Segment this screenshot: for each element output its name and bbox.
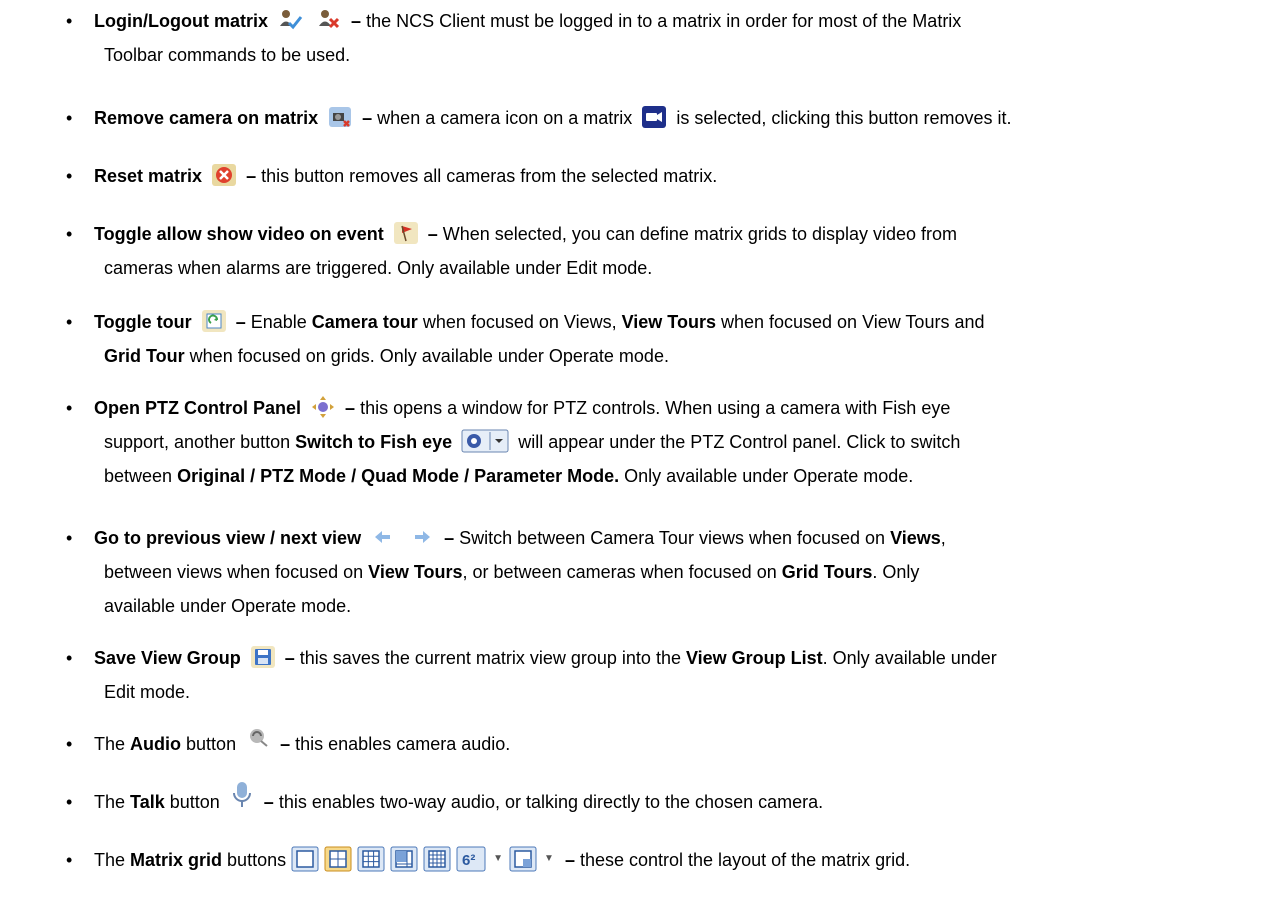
prev-arrow-icon xyxy=(370,525,396,549)
item-title: Save View Group xyxy=(94,648,241,668)
next-arrow-icon xyxy=(409,525,435,549)
item-text: the NCS Client must be logged in to a ma… xyxy=(366,11,962,31)
login-icon xyxy=(277,8,303,32)
grid-4x3-icon xyxy=(390,846,418,872)
grid-1x1-icon xyxy=(291,846,319,872)
grid-dropdown-icon xyxy=(509,846,537,872)
fisheye-icon xyxy=(461,429,509,453)
microphone-icon xyxy=(229,780,255,810)
logout-icon xyxy=(316,8,342,32)
list-item-login-logout: • Login/Logout matrix – the NCS Client m… xyxy=(66,4,1264,72)
item-title: Open PTZ Control Panel xyxy=(94,398,302,418)
list-item-toggle-show-video: • Toggle allow show video on event – Whe… xyxy=(66,217,1264,285)
list-item-ptz: • Open PTZ Control Panel – this opens a … xyxy=(66,391,1264,493)
item-title: Login/Logout matrix xyxy=(94,11,268,31)
ptz-icon xyxy=(310,395,336,419)
chevron-down-icon: ▼ xyxy=(544,853,554,865)
item-title: Talk xyxy=(130,792,165,812)
grid-3x3-icon xyxy=(357,846,385,872)
svg-text:6²: 6² xyxy=(462,852,475,869)
reset-icon xyxy=(211,163,237,187)
chevron-down-icon: ▼ xyxy=(493,853,504,865)
item-title: Toggle tour xyxy=(94,312,192,332)
item-title: Audio xyxy=(130,734,182,754)
tour-icon xyxy=(201,309,227,333)
bullet: • xyxy=(66,11,73,31)
item-title: Go to previous view / next view xyxy=(94,528,362,548)
save-icon xyxy=(250,645,276,669)
list-item-matrix-grid: • The Matrix grid buttons 6² ▼ ▼ – these… xyxy=(66,843,1264,878)
grid-2x2-icon xyxy=(324,846,352,872)
remove-camera-icon xyxy=(327,105,353,129)
item-title: Reset matrix xyxy=(94,166,203,186)
list-item-reset-matrix: • Reset matrix – this button removes all… xyxy=(66,159,1264,193)
list-item-audio: • The Audio button – this enables camera… xyxy=(66,725,1264,761)
list-item-save-view-group: • Save View Group – this saves the curre… xyxy=(66,641,1264,709)
list-item-remove-camera: • Remove camera on matrix – when a camer… xyxy=(66,101,1264,135)
flag-icon xyxy=(393,221,419,245)
list-item-prev-next-view: • Go to previous view / next view – Swit… xyxy=(66,521,1264,623)
audio-icon xyxy=(245,725,271,749)
item-title: Toggle allow show video on event xyxy=(94,224,384,244)
item-title: Matrix grid xyxy=(130,850,223,870)
grid-4x4-icon xyxy=(423,846,451,872)
item-text-cont: Toolbar commands to be used. xyxy=(104,45,351,65)
list-item-toggle-tour: • Toggle tour – Enable Camera tour when … xyxy=(66,305,1264,373)
list-item-talk: • The Talk button – this enables two-way… xyxy=(66,782,1264,819)
grid-custom-icon: 6² xyxy=(456,846,486,872)
item-title: Remove camera on matrix xyxy=(94,108,319,128)
matrix-camera-icon xyxy=(641,105,667,129)
